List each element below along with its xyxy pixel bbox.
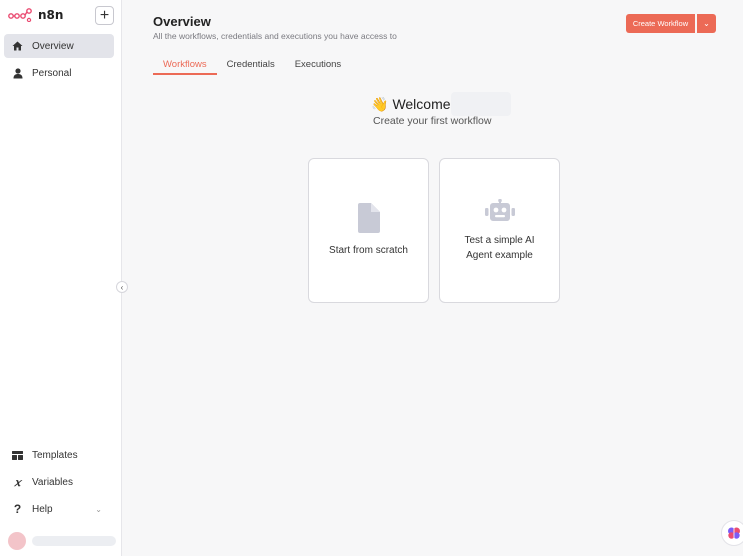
sidebar-item-templates[interactable]: Templates [4,444,114,466]
sidebar-item-overview[interactable]: Overview [4,34,114,58]
sidebar-item-personal[interactable]: Personal [4,61,114,85]
ai-assistant-button[interactable] [721,520,743,546]
welcome-subtitle: Create your first workflow [373,115,492,127]
add-button[interactable]: + [95,6,114,25]
user-name-redacted [32,536,116,546]
sidebar-item-label: Personal [32,67,72,79]
tab-credentials[interactable]: Credentials [217,56,285,75]
n8n-logo-icon [8,8,32,22]
sidebar: n8n + Overview Personal Templates 𝑥 Vari… [0,0,122,556]
create-workflow-button[interactable]: Create Workflow [626,14,695,33]
home-icon [12,41,23,52]
file-icon [357,203,380,233]
chevron-down-icon: ⌄ [95,504,102,514]
create-options-button[interactable]: ⌄ [697,14,716,33]
brand-name: n8n [38,8,64,22]
card-label: Test a simple AI Agent example [464,234,535,261]
welcome-heading: 👋 Welcome [371,92,511,116]
chevron-down-icon: ⌄ [703,19,710,28]
brain-icon [728,527,740,539]
avatar [8,532,26,550]
sidebar-item-help[interactable]: ? Help ⌄ [4,498,114,520]
user-name-redacted [450,92,511,116]
card-label: Start from scratch [329,245,408,256]
collapse-sidebar-button[interactable]: ‹ [116,281,128,293]
ai-agent-example-card[interactable]: Test a simple AI Agent example [439,158,560,303]
user-icon [12,67,23,79]
templates-icon [12,450,23,461]
tab-bar: Workflows Credentials Executions [153,56,351,75]
sidebar-item-label: Templates [32,449,78,461]
variables-icon: 𝑥 [14,475,21,489]
sidebar-item-label: Help [32,503,53,515]
tab-workflows[interactable]: Workflows [153,56,217,75]
help-icon: ? [13,502,22,516]
page-title: Overview [153,14,211,29]
user-menu[interactable] [0,526,122,556]
n8n-logo[interactable]: n8n [8,8,63,22]
main-content: Overview All the workflows, credentials … [123,0,743,556]
welcome-title: Welcome [392,96,451,112]
wave-icon: 👋 [371,95,389,112]
sidebar-item-label: Variables [32,476,73,488]
page-subtitle: All the workflows, credentials and execu… [153,31,397,41]
robot-icon [484,198,515,221]
sidebar-item-label: Overview [32,40,74,52]
sidebar-item-variables[interactable]: 𝑥 Variables [4,471,114,493]
start-from-scratch-card[interactable]: Start from scratch [308,158,429,303]
tab-executions[interactable]: Executions [285,56,351,75]
